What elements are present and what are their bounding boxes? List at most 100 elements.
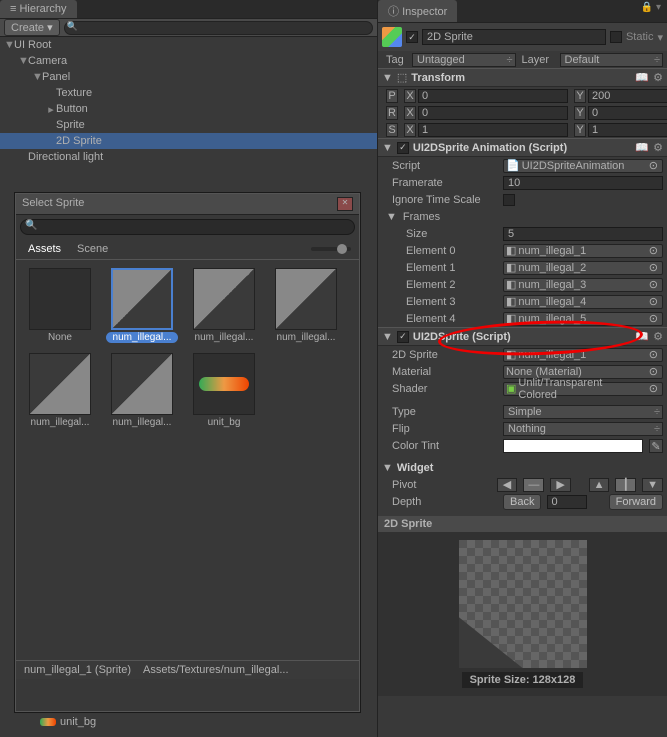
hierarchy-tab[interactable]: ≡ Hierarchy	[0, 0, 77, 18]
anim-enable-checkbox[interactable]: ✓	[397, 142, 409, 154]
tree-item-texture[interactable]: Texture	[0, 85, 377, 101]
shader-field[interactable]: ▣Unlit/Transparent Colored⊙	[503, 382, 663, 396]
object-picker-icon[interactable]: ⊙	[647, 348, 660, 361]
object-name-field[interactable]: 2D Sprite	[422, 29, 606, 45]
size-field[interactable]: 5	[503, 227, 663, 241]
framerate-field[interactable]: 10	[503, 176, 663, 190]
sprite-size-label: Sprite Size: 128x128	[462, 672, 584, 688]
rot-x[interactable]	[418, 106, 568, 120]
gear-icon[interactable]: ⚙	[653, 71, 663, 84]
active-checkbox[interactable]: ✓	[406, 31, 418, 43]
pivot-left[interactable]: ◀	[497, 478, 518, 492]
assets-tab[interactable]: Assets	[24, 241, 65, 257]
scl-y[interactable]	[588, 123, 667, 137]
tree-item-uiroot[interactable]: ▼UI Root	[0, 37, 377, 53]
project-item[interactable]: unit_bg	[40, 716, 96, 728]
tree-item-light[interactable]: Directional light	[0, 149, 377, 165]
sprite-item-label: num_illegal...	[24, 417, 96, 428]
color-field[interactable]	[503, 439, 643, 453]
size-label: Size	[382, 228, 497, 240]
lock-icon[interactable]: 🔒 ▾	[635, 0, 667, 15]
pos-x[interactable]	[418, 89, 568, 103]
gear-icon[interactable]: ⚙	[653, 141, 663, 154]
object-picker-icon[interactable]: ⊙	[647, 365, 660, 378]
scl-x[interactable]	[418, 123, 568, 137]
eyedropper-icon[interactable]: ✎	[649, 439, 663, 453]
layer-dropdown[interactable]: Default	[560, 53, 664, 67]
foldout-icon: ▼	[382, 72, 393, 84]
pos-y[interactable]	[588, 89, 667, 103]
depth-field[interactable]	[547, 495, 587, 509]
gear-icon[interactable]: ⚙	[653, 330, 663, 343]
frames-label: Frames	[403, 211, 440, 223]
sprite-item-3[interactable]: num_illegal...	[270, 268, 342, 343]
tree-item-camera[interactable]: ▼Camera	[0, 53, 377, 69]
tag-label: Tag	[382, 54, 406, 66]
tree-item-panel[interactable]: ▼Panel	[0, 69, 377, 85]
rot-y[interactable]	[588, 106, 667, 120]
static-checkbox[interactable]	[610, 31, 622, 43]
sprite-item-label: num_illegal...	[106, 417, 178, 428]
object-picker-icon[interactable]: ⊙	[647, 244, 660, 257]
ignore-time-checkbox[interactable]	[503, 194, 515, 206]
tree-item-sprite[interactable]: Sprite	[0, 117, 377, 133]
pivot-top[interactable]: ▲	[589, 478, 610, 492]
element-field-3[interactable]: ◧num_illegal_4⊙	[503, 295, 663, 309]
object-picker-icon[interactable]: ⊙	[647, 278, 660, 291]
element-field-2[interactable]: ◧num_illegal_3⊙	[503, 278, 663, 292]
tree-item-2dsprite[interactable]: 2D Sprite	[0, 133, 377, 149]
inspector-tab[interactable]: ⓘ Inspector	[378, 0, 457, 22]
pivot-hcenter[interactable]: —	[523, 478, 544, 492]
element-field-1[interactable]: ◧num_illegal_2⊙	[503, 261, 663, 275]
script-icon: 📄	[506, 159, 520, 172]
foldout-icon: ▼	[382, 331, 393, 343]
type-dropdown[interactable]: Simple	[503, 405, 663, 419]
foldout-icon[interactable]: ▼	[382, 211, 397, 223]
type-label: Type	[382, 406, 497, 418]
element-field-4[interactable]: ◧num_illegal_5⊙	[503, 312, 663, 326]
tree-item-button[interactable]: ▸Button	[0, 101, 377, 117]
r-button[interactable]: R	[386, 106, 398, 120]
help-icon[interactable]: 📖	[635, 141, 649, 154]
gameobject-icon[interactable]	[382, 27, 402, 47]
close-button[interactable]: ✕	[337, 197, 353, 211]
p-button[interactable]: P	[386, 89, 398, 103]
scene-tab[interactable]: Scene	[73, 241, 112, 257]
sprite-item-0[interactable]: None	[24, 268, 96, 343]
transform-header[interactable]: ▼⬚Transform📖 ⚙	[378, 68, 667, 87]
object-picker-icon[interactable]: ⊙	[647, 261, 660, 274]
asset-thumb-icon	[40, 718, 56, 726]
sprite-search[interactable]	[20, 219, 355, 235]
thumbnail-size-slider[interactable]	[120, 247, 351, 251]
sprite-item-5[interactable]: num_illegal...	[106, 353, 178, 428]
sprite-item-2[interactable]: num_illegal...	[188, 268, 260, 343]
help-icon[interactable]: 📖	[635, 330, 649, 343]
2dsprite-field[interactable]: ◧num_illegal_1⊙	[503, 348, 663, 362]
pivot-bottom[interactable]: ▼	[642, 478, 663, 492]
sprite-item-4[interactable]: num_illegal...	[24, 353, 96, 428]
hierarchy-search[interactable]	[64, 21, 373, 35]
help-icon[interactable]: 📖	[635, 71, 649, 84]
foldout-icon: ▼	[382, 142, 393, 154]
anim-header[interactable]: ▼✓UI2DSprite Animation (Script)📖 ⚙	[378, 138, 667, 157]
ui2d-enable-checkbox[interactable]: ✓	[397, 331, 409, 343]
pivot-vcenter[interactable]: ┃	[615, 478, 636, 492]
object-picker-icon[interactable]: ⊙	[647, 382, 660, 395]
depth-back-button[interactable]: Back	[503, 494, 541, 510]
flip-dropdown[interactable]: Nothing	[503, 422, 663, 436]
s-button[interactable]: S	[386, 123, 398, 137]
tag-dropdown[interactable]: Untagged	[412, 53, 516, 67]
object-picker-icon[interactable]: ⊙	[647, 159, 660, 172]
object-picker-icon[interactable]: ⊙	[647, 312, 660, 325]
script-field[interactable]: 📄UI2DSpriteAnimation⊙	[503, 159, 663, 173]
widget-header[interactable]: ▼Widget	[378, 460, 667, 476]
ui2dsprite-header[interactable]: ▼✓UI2DSprite (Script)📖 ⚙	[378, 327, 667, 346]
sprite-item-6[interactable]: unit_bg	[188, 353, 260, 428]
object-picker-icon[interactable]: ⊙	[647, 295, 660, 308]
depth-forward-button[interactable]: Forward	[609, 494, 663, 510]
sprite-item-1[interactable]: num_illegal...	[106, 268, 178, 343]
element-field-0[interactable]: ◧num_illegal_1⊙	[503, 244, 663, 258]
pivot-right[interactable]: ▶	[550, 478, 571, 492]
ignore-time-label: Ignore Time Scale	[382, 194, 497, 206]
create-button[interactable]: Create ▾	[4, 19, 60, 36]
